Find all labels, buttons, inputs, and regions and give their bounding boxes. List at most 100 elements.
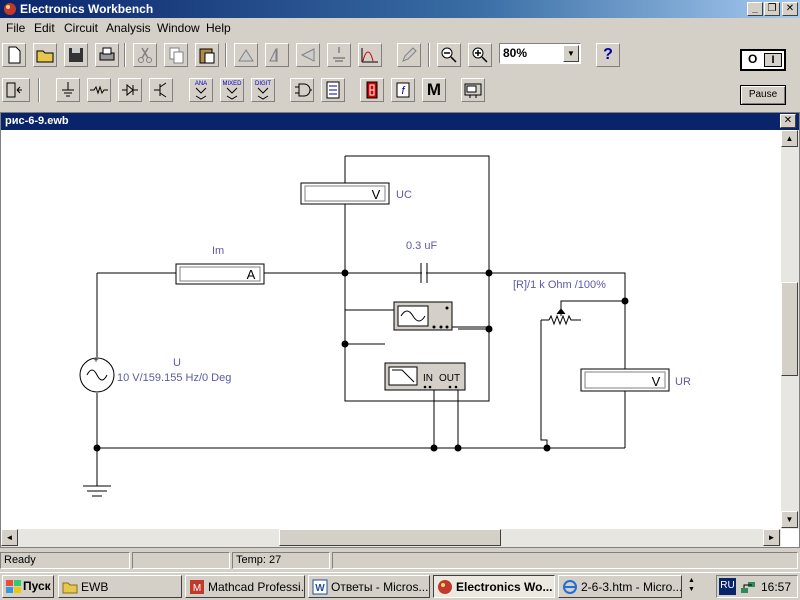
mixed-label: MIXED <box>222 81 242 87</box>
task-word[interactable]: W Ответы - Micros... <box>308 575 430 598</box>
source-label: U <box>173 357 181 369</box>
zoom-in-icon <box>472 47 488 63</box>
chevron-down-icon[interactable]: ▼ <box>563 45 579 62</box>
toolbar-separator <box>38 78 40 102</box>
flip-horizontal-button[interactable] <box>296 43 320 67</box>
pause-button[interactable]: Pause <box>740 85 786 105</box>
flip-vertical-icon <box>269 48 278 62</box>
flip-vertical-button[interactable] <box>265 43 289 67</box>
status-panel <box>332 552 798 569</box>
flip-horizontal-icon <box>300 48 315 62</box>
chevron-up-icon[interactable]: ▲ <box>688 577 695 584</box>
chevron-down-icon[interactable]: ▼ <box>688 586 695 593</box>
digital-ics-bin-button[interactable]: DIGIT <box>251 78 275 102</box>
task-mathcad[interactable]: M Mathcad Professi... <box>185 575 305 598</box>
open-button[interactable] <box>33 43 57 67</box>
sources-bin-button[interactable] <box>56 78 80 102</box>
scroll-down-icon[interactable]: ▼ <box>781 511 798 528</box>
controls-bin-button[interactable]: f <box>391 78 415 102</box>
mathcad-icon: M <box>190 580 204 594</box>
ground-symbol <box>83 448 111 497</box>
voltmeter-r: V <box>580 368 670 392</box>
ground-source-icon <box>62 82 74 97</box>
diodes-bin-button[interactable] <box>118 78 142 102</box>
transistors-bin-button[interactable] <box>149 78 173 102</box>
diode-icon <box>122 83 138 97</box>
misc-icon: M <box>426 80 442 99</box>
cut-button[interactable] <box>133 43 157 67</box>
minimize-button[interactable]: _ <box>747 2 763 16</box>
menu-window[interactable]: Window <box>157 21 200 35</box>
save-button[interactable] <box>64 43 88 67</box>
power-switch[interactable]: O I <box>740 49 786 71</box>
scroll-up-icon[interactable]: ▲ <box>781 130 798 147</box>
indicators-bin-button[interactable] <box>360 78 384 102</box>
horizontal-scrollbar[interactable]: ◄ ► <box>1 529 781 547</box>
voltmeter-r-unit: V <box>652 374 661 389</box>
clipboard-icon <box>199 48 215 64</box>
miscellaneous-bin-button[interactable]: M <box>422 78 446 102</box>
basic-bin-button[interactable] <box>87 78 111 102</box>
language-indicator[interactable]: RU <box>719 578 736 595</box>
flipflop-icon <box>326 81 340 99</box>
menu-analysis[interactable]: Analysis <box>106 21 151 35</box>
start-button[interactable]: Пуск <box>2 575 54 598</box>
paste-button[interactable] <box>195 43 219 67</box>
menu-circuit[interactable]: Circuit <box>64 21 98 35</box>
task-ewb[interactable]: EWB <box>58 575 182 598</box>
potentiometer-icon <box>548 308 575 326</box>
window-titlebar[interactable]: Electronics Workbench _ ❐ ✕ <box>0 0 800 18</box>
new-file-button[interactable] <box>2 43 26 67</box>
analysis-graph-button[interactable] <box>358 43 382 67</box>
start-label: Пуск <box>23 579 51 593</box>
transistor-icon <box>154 82 167 98</box>
help-button[interactable]: ? <box>596 43 620 67</box>
taskbar-arrows[interactable]: ▲ ▼ <box>684 577 712 597</box>
network-icon[interactable] <box>740 579 756 595</box>
instruments-bin-button[interactable] <box>461 78 485 102</box>
document-close-button[interactable]: ✕ <box>780 114 796 128</box>
rotate-button[interactable] <box>234 43 258 67</box>
voltmeter-c: V <box>300 182 390 205</box>
scroll-left-icon[interactable]: ◄ <box>1 529 18 546</box>
document-titlebar[interactable]: рис-6-9.ewb ✕ <box>1 113 799 130</box>
print-button[interactable] <box>95 43 119 67</box>
printer-icon <box>99 47 115 61</box>
zoom-in-button[interactable] <box>468 43 492 67</box>
ammeter-unit: A <box>247 267 256 282</box>
parts-list-icon <box>6 82 22 98</box>
copy-button[interactable] <box>164 43 188 67</box>
favorites-bin-button[interactable] <box>2 78 30 102</box>
logic-gates-bin-button[interactable] <box>290 78 314 102</box>
analog-ics-bin-button[interactable]: ANA <box>189 78 213 102</box>
subcircuit-button[interactable] <box>397 43 421 67</box>
vertical-scrollbar[interactable]: ▲ ▼ <box>781 130 799 529</box>
circuit-canvas[interactable]: + U 10 V/159.155 Hz/0 Deg A Im V UC 0.3 … <box>1 130 781 529</box>
clock[interactable]: 16:57 <box>761 580 791 594</box>
vertical-scroll-thumb[interactable] <box>781 282 798 376</box>
document-title: рис-6-9.ewb <box>5 115 69 127</box>
graph-icon <box>361 48 378 63</box>
menu-help[interactable]: Help <box>206 21 231 35</box>
analog-ic-icon: ANA <box>195 81 207 100</box>
zoom-out-button[interactable] <box>437 43 461 67</box>
component-properties-button[interactable] <box>327 43 351 67</box>
function-icon: f <box>396 82 410 98</box>
status-bar: Ready Temp: 27 <box>0 550 800 570</box>
digital-bin-button[interactable] <box>321 78 345 102</box>
maximize-button[interactable]: ❐ <box>764 2 780 16</box>
mixed-ics-bin-button[interactable]: MIXED <box>220 78 244 102</box>
menu-edit[interactable]: Edit <box>34 21 55 35</box>
horizontal-scroll-thumb[interactable] <box>279 529 501 546</box>
task-electronics-workbench[interactable]: Electronics Wo... <box>433 575 555 598</box>
scroll-right-icon[interactable]: ► <box>763 529 780 546</box>
close-button[interactable]: ✕ <box>782 2 798 16</box>
power-on-label: I <box>764 53 782 67</box>
component-icon <box>333 47 345 62</box>
task-browser[interactable]: 2-6-3.htm - Micro... <box>558 575 682 598</box>
zoom-dropdown[interactable]: 80% ▼ <box>499 43 581 64</box>
circuit-window: рис-6-9.ewb ✕ + U 10 V/159.155 Hz/0 Deg … <box>0 112 800 548</box>
menu-file[interactable]: File <box>6 21 25 35</box>
zoom-value: 80% <box>503 46 528 60</box>
voltmeter-c-label: UC <box>396 189 412 201</box>
